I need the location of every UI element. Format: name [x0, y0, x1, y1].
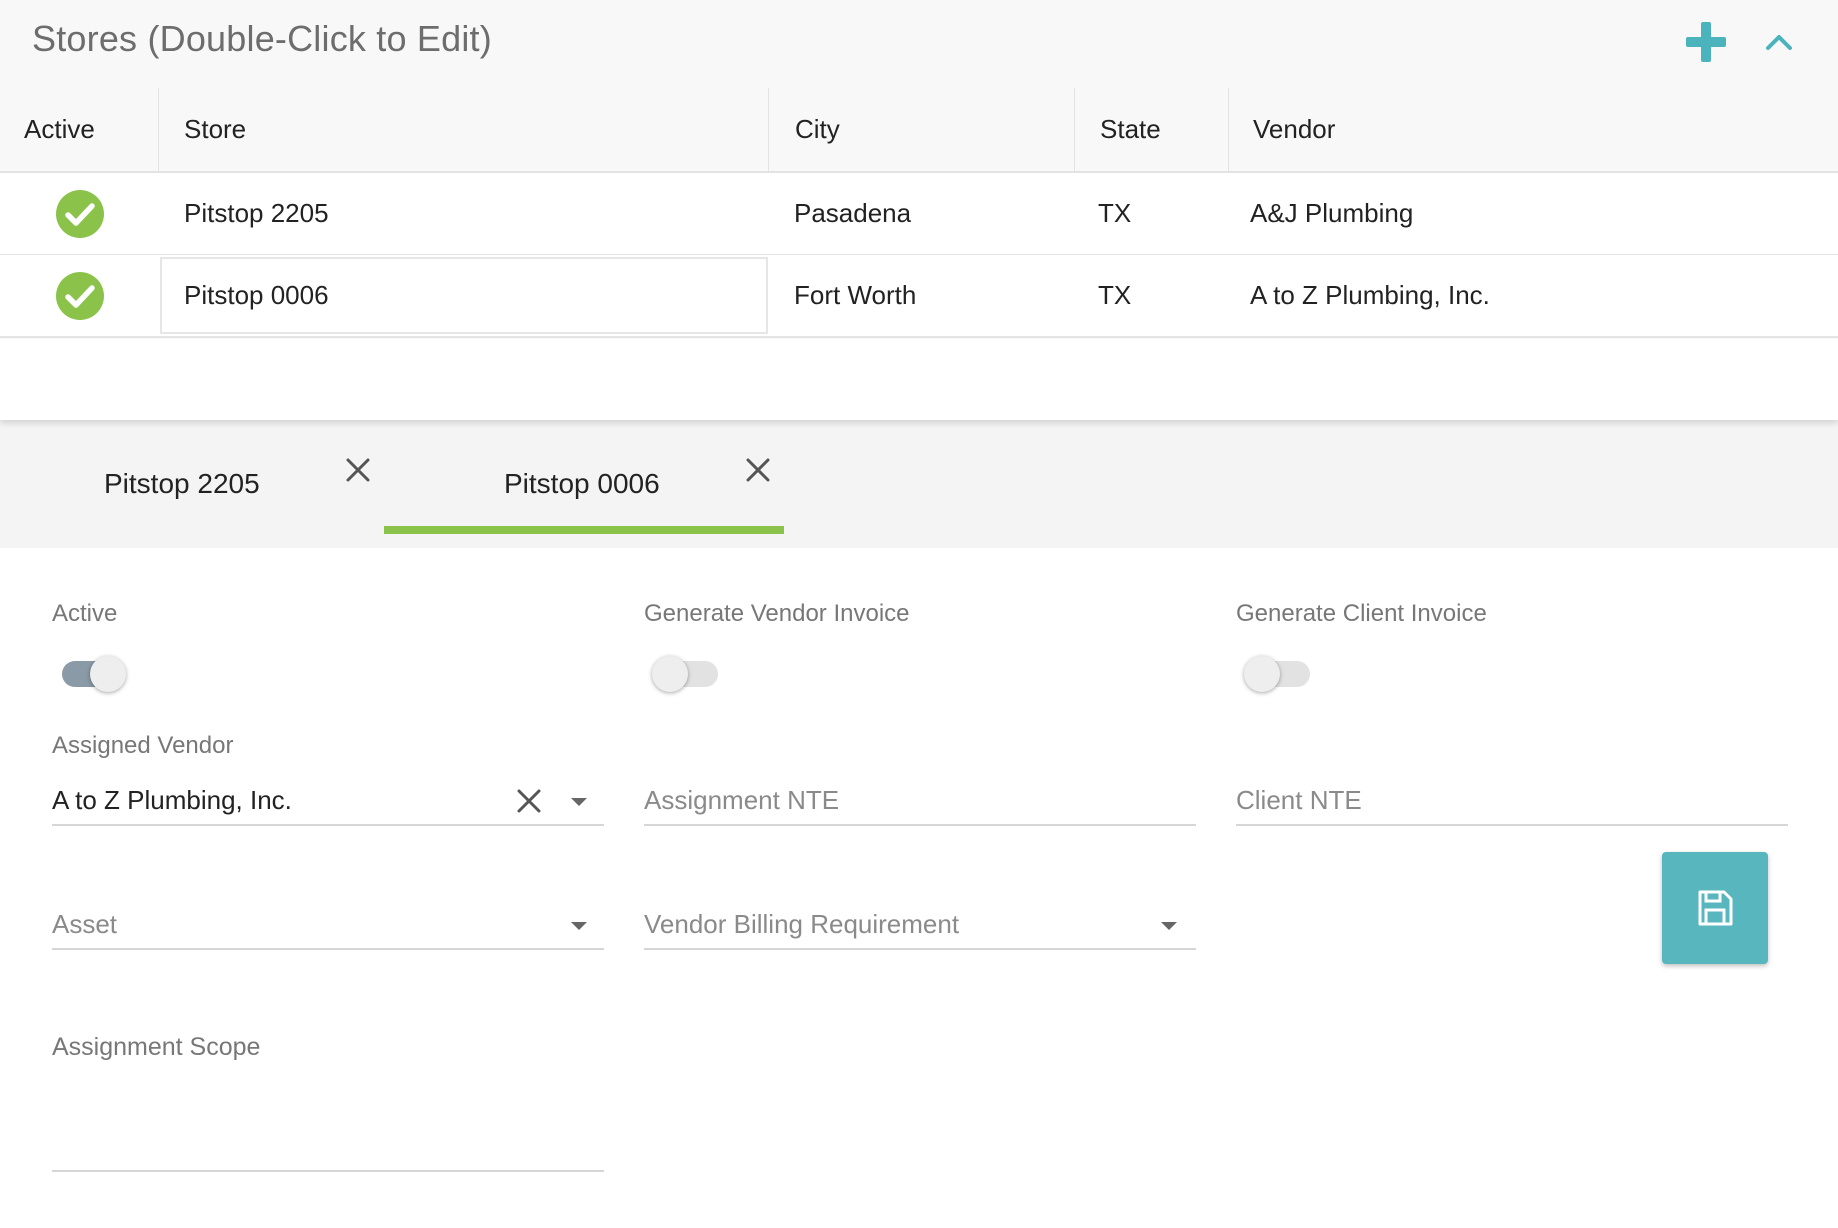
close-icon[interactable]: [514, 786, 544, 816]
chevron-up-icon: [1766, 35, 1792, 50]
stores-panel: Stores (Double-Click to Edit) Active Sto…: [0, 0, 1838, 420]
toggle-knob: [1244, 656, 1280, 692]
active-tab-indicator: [384, 526, 784, 534]
store-tabs: Pitstop 2205 Pitstop 0006: [0, 420, 1838, 548]
stores-header: Stores (Double-Click to Edit): [0, 0, 1838, 88]
state-cell: TX: [1098, 280, 1132, 310]
collapse-panel-button[interactable]: [1751, 14, 1807, 70]
save-button[interactable]: [1662, 852, 1768, 964]
check-circle-icon: [56, 190, 104, 238]
close-icon[interactable]: [738, 450, 778, 490]
assigned-vendor-value: A to Z Plumbing, Inc.: [52, 785, 292, 815]
asset-select[interactable]: Asset: [52, 890, 604, 950]
tab-label: Pitstop 2205: [104, 468, 260, 499]
table-empty-area: [0, 339, 1838, 420]
close-icon[interactable]: [338, 450, 378, 490]
generate-vendor-invoice-toggle[interactable]: [650, 652, 720, 692]
active-toggle[interactable]: [56, 652, 126, 692]
toggle-knob: [652, 656, 688, 692]
column-divider[interactable]: [1228, 88, 1229, 171]
table-header: Active Store City State Vendor: [0, 88, 1838, 173]
chevron-down-icon[interactable]: [1161, 922, 1177, 930]
generate-client-invoice-toggle[interactable]: [1242, 652, 1312, 692]
assignment-scope-textarea[interactable]: [52, 1010, 604, 1172]
stores-title: Stores (Double-Click to Edit): [32, 18, 492, 59]
active-label: Active: [52, 600, 118, 627]
toggle-knob: [90, 656, 126, 692]
assignment-nte-placeholder: Assignment NTE: [644, 785, 840, 815]
column-header-vendor[interactable]: Vendor: [1253, 88, 1335, 171]
generate-vendor-invoice-label: Generate Vendor Invoice: [644, 600, 910, 627]
check-circle-icon: [56, 272, 104, 320]
store-cell: Pitstop 2205: [184, 198, 329, 228]
add-store-button[interactable]: [1678, 14, 1734, 70]
column-header-active[interactable]: Active: [24, 88, 95, 171]
column-header-store[interactable]: Store: [184, 88, 246, 171]
assignment-nte-field[interactable]: Assignment NTE: [644, 766, 1196, 826]
vendor-billing-requirement-select[interactable]: Vendor Billing Requirement: [644, 890, 1196, 950]
client-nte-placeholder: Client NTE: [1236, 785, 1362, 815]
column-divider[interactable]: [1074, 88, 1075, 171]
assigned-vendor-label: Assigned Vendor: [52, 732, 234, 759]
chevron-down-icon[interactable]: [571, 798, 587, 806]
tab-label: Pitstop 0006: [504, 468, 660, 499]
vendor-cell: A to Z Plumbing, Inc.: [1250, 280, 1490, 310]
state-cell: TX: [1098, 198, 1132, 228]
vendor-cell: A&J Plumbing: [1250, 198, 1414, 228]
city-cell: Fort Worth: [794, 280, 917, 310]
assigned-vendor-select[interactable]: A to Z Plumbing, Inc.: [52, 766, 604, 826]
column-header-state[interactable]: State: [1100, 88, 1161, 171]
generate-client-invoice-label: Generate Client Invoice: [1236, 600, 1487, 627]
vendor-billing-requirement-placeholder: Vendor Billing Requirement: [644, 909, 960, 939]
table-row[interactable]: Pitstop 0006 Fort Worth TX A to Z Plumbi…: [0, 255, 1838, 338]
column-header-city[interactable]: City: [795, 88, 840, 171]
column-divider[interactable]: [158, 88, 159, 171]
tab-pitstop-0006[interactable]: Pitstop 0006: [384, 420, 784, 548]
client-nte-field[interactable]: Client NTE: [1236, 766, 1788, 826]
city-cell: Pasadena: [794, 198, 912, 228]
store-cell: Pitstop 0006: [184, 280, 329, 310]
save-icon: [1698, 890, 1733, 926]
chevron-down-icon[interactable]: [571, 922, 587, 930]
plus-icon: [1686, 22, 1726, 62]
tab-pitstop-2205[interactable]: Pitstop 2205: [0, 420, 384, 548]
table-row[interactable]: Pitstop 2205 Pasadena TX A&J Plumbing: [0, 173, 1838, 256]
asset-placeholder: Asset: [52, 909, 118, 939]
column-divider[interactable]: [768, 88, 769, 171]
